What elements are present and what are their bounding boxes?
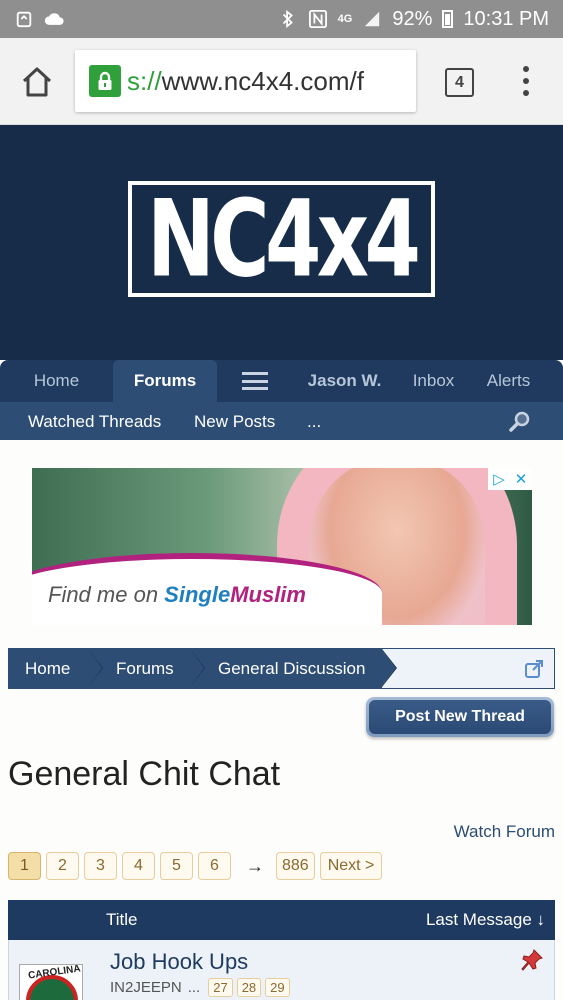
ad-choices: ▷ ✕	[488, 468, 532, 490]
pagination: 1 2 3 4 5 6 → 886 Next >	[8, 852, 387, 880]
thread-row[interactable]: CAROLINA Job Hook Ups IN2JEEPN ... 27 28…	[8, 940, 555, 1000]
lock-icon	[89, 65, 121, 97]
ad-text-prefix: Find me on	[48, 582, 165, 607]
page-jump-arrow[interactable]: →	[246, 856, 264, 877]
breadcrumb-general-discussion-label: General Discussion	[218, 658, 366, 678]
ad-text: Find me on SingleMuslim	[48, 582, 306, 608]
jump-to-icon[interactable]	[524, 659, 544, 679]
breadcrumb-forums[interactable]: Forums	[88, 649, 205, 688]
nav-user[interactable]: Jason W.	[293, 360, 396, 402]
page-1-button[interactable]: 1	[8, 852, 41, 880]
site-logo[interactable]: NC4x4	[128, 181, 435, 297]
page-3-button[interactable]: 3	[84, 852, 117, 880]
page-last-button[interactable]: 886	[276, 852, 315, 880]
page-title: General Chit Chat	[8, 755, 281, 793]
home-icon[interactable]	[20, 66, 54, 98]
tab-switcher-button[interactable]: 4	[445, 68, 474, 97]
url-scheme: s://	[127, 65, 162, 96]
breadcrumb-general-discussion[interactable]: General Discussion	[190, 649, 397, 688]
signal-icon	[365, 11, 380, 27]
subnav-more[interactable]: ...	[307, 412, 321, 432]
battery-icon	[442, 10, 454, 28]
site-header: NC4x4	[0, 125, 563, 360]
post-new-thread-button[interactable]: Post New Thread	[366, 697, 554, 737]
breadcrumb-forums-label: Forums	[116, 658, 174, 678]
status-bar: 4G 92% 10:31 PM	[0, 0, 563, 38]
page-5-button[interactable]: 5	[160, 852, 193, 880]
advertisement-banner[interactable]: Find me on SingleMuslim ▷ ✕	[32, 468, 532, 625]
subnav-new-posts[interactable]: New Posts	[194, 412, 275, 432]
main-nav: Home Forums Jason W. Inbox Alerts	[0, 360, 563, 402]
nav-alerts[interactable]: Alerts	[471, 360, 546, 402]
post-new-thread-label: Post New Thread	[369, 700, 551, 734]
battery-percent: 92%	[392, 7, 433, 30]
cloud-icon	[44, 13, 64, 25]
column-title[interactable]: Title	[106, 910, 138, 930]
network-type: 4G	[337, 13, 353, 25]
thread-title[interactable]: Job Hook Ups	[110, 949, 248, 975]
thread-page-link[interactable]: 28	[236, 978, 262, 997]
search-icon[interactable]	[508, 410, 532, 434]
breadcrumb-home[interactable]: Home	[9, 649, 103, 688]
overflow-menu-icon[interactable]	[520, 66, 532, 96]
column-last-message[interactable]: Last Message ↓	[426, 910, 545, 930]
ad-brand-muslim: Muslim	[230, 582, 306, 607]
ad-close-icon[interactable]: ✕	[510, 468, 532, 490]
page-4-button[interactable]: 4	[122, 852, 155, 880]
thread-author[interactable]: IN2JEEPN	[110, 979, 182, 996]
pin-icon	[521, 949, 543, 971]
next-page-button[interactable]: Next >	[319, 852, 383, 880]
page-6-button[interactable]: 6	[198, 852, 231, 880]
bluetooth-icon	[282, 10, 293, 28]
avatar[interactable]: CAROLINA	[19, 964, 83, 1000]
nav-inbox[interactable]: Inbox	[396, 360, 471, 402]
thread-page-link[interactable]: 27	[208, 978, 233, 997]
subnav-watched-threads[interactable]: Watched Threads	[28, 412, 161, 432]
url-bar[interactable]: s://www.nc4x4.com/f	[75, 50, 416, 112]
url-text[interactable]: s://www.nc4x4.com/f	[127, 66, 364, 97]
logo-text: NC4x4	[146, 176, 421, 302]
nfc-icon	[308, 10, 327, 28]
hamburger-icon	[242, 372, 268, 390]
browser-toolbar: s://www.nc4x4.com/f 4	[0, 38, 563, 125]
clock: 10:31 PM	[463, 7, 549, 30]
watch-forum-link[interactable]: Watch Forum	[454, 822, 555, 842]
nav-forums[interactable]: Forums	[113, 360, 217, 402]
thread-page-link[interactable]: 29	[265, 978, 290, 997]
ad-brand-single: Single	[164, 582, 231, 607]
page-2-button[interactable]: 2	[46, 852, 79, 880]
thread-list-header: Title Last Message ↓	[8, 900, 555, 940]
breadcrumb-home-label: Home	[25, 658, 71, 678]
nav-menu-button[interactable]	[217, 360, 293, 402]
thread-meta: IN2JEEPN ... 27 28 29	[110, 978, 290, 997]
url-host: www.nc4x4.com/f	[161, 65, 364, 96]
recycle-icon	[16, 11, 32, 28]
ad-choices-icon[interactable]: ▷	[488, 468, 510, 490]
thread-pages-ellipsis: ...	[187, 979, 201, 996]
breadcrumb: Home Forums General Discussion	[8, 648, 555, 689]
nav-home[interactable]: Home	[0, 360, 113, 402]
sub-nav: Watched Threads New Posts ...	[0, 402, 563, 440]
